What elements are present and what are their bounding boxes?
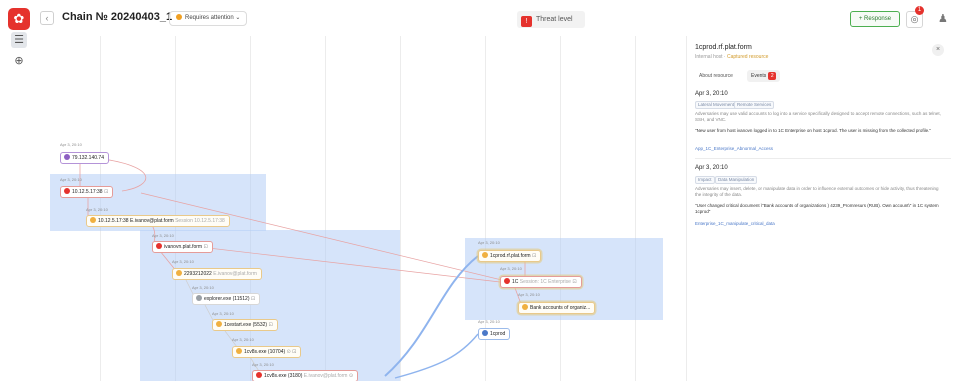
event-tag[interactable]: Lateral Movement	[695, 101, 738, 109]
event-quote: "New user from host ivanovn logged in to…	[695, 128, 931, 133]
back-button[interactable]: ‹	[40, 11, 54, 25]
node-timestamp: Apr 3, 20:10	[478, 240, 500, 245]
graph-node-process[interactable]: explorer.exe (11512) ⊡	[192, 293, 261, 305]
node-timestamp: Apr 3, 20:10	[500, 266, 522, 271]
notification-count-badge: 1	[915, 6, 924, 15]
event-description: Adversaries may insert, delete, or manip…	[695, 186, 939, 197]
event-tag[interactable]: Impact	[695, 176, 715, 184]
node-timestamp: Apr 3, 20:10	[478, 319, 500, 324]
threat-level-badge[interactable]: ! Threat level	[517, 11, 585, 28]
process-icon	[196, 295, 202, 301]
event-quote: "User changed critical document \"Bank a…	[695, 203, 939, 214]
node-timestamp: Apr 3, 20:10	[152, 233, 174, 238]
graph-node-process[interactable]: 1cv8s.exe (10704) ⊙ ⊡	[232, 346, 302, 358]
node-timestamp: Apr 3, 20:10	[60, 142, 82, 147]
events-count-badge: 2	[768, 72, 777, 80]
server-icon	[482, 252, 488, 258]
status-dot-icon	[176, 14, 182, 20]
event-tag[interactable]: Data Manipulation	[715, 176, 758, 184]
node-timestamp: Apr 3, 20:10	[60, 177, 82, 182]
graph-node-session[interactable]: 10.12.5.17:38 E.ivanov@plat.form Session…	[86, 215, 230, 227]
node-timestamp: Apr 3, 20:10	[86, 207, 108, 212]
tab-about-resource[interactable]: About resource	[699, 70, 733, 82]
host-icon	[64, 188, 70, 194]
event-description: Adversaries may use valid accounts to lo…	[695, 111, 941, 122]
threat-icon: !	[521, 16, 532, 27]
process-icon	[236, 348, 242, 354]
node-timestamp: Apr 3, 20:10	[172, 259, 194, 264]
event-tag[interactable]: Remote Services	[734, 101, 775, 109]
node-timestamp: Apr 3, 20:10	[212, 311, 234, 316]
document-icon	[522, 304, 528, 310]
graph-node-logon[interactable]: 2293212022 E.ivanov@plat.form	[172, 268, 262, 280]
event-date: Apr 3, 20:10	[695, 165, 728, 171]
edge	[394, 333, 479, 379]
details-panel: × 1cprod.rf.plat.form Internal host · Ca…	[686, 36, 963, 381]
graph-node-process[interactable]: 1cestart.exe (5532) ⊡	[212, 319, 278, 331]
process-icon	[256, 372, 262, 378]
graph-node-user[interactable]: 1cprod	[478, 328, 511, 340]
panel-title: 1cprod.rf.plat.form	[695, 44, 752, 51]
node-timestamp: Apr 3, 20:10	[252, 362, 274, 367]
threat-level-label: Threat level	[536, 16, 573, 23]
node-timestamp: Apr 3, 20:10	[192, 285, 214, 290]
session-icon	[90, 217, 96, 223]
event-date: Apr 3, 20:10	[695, 91, 728, 97]
node-timestamp: Apr 3, 20:10	[518, 292, 540, 297]
event-divider	[695, 158, 951, 159]
panel-subtitle: Internal host · Captured resource	[695, 54, 769, 60]
session-icon	[504, 278, 510, 284]
status-dropdown[interactable]: Requires attention ⌄	[169, 11, 248, 26]
globe-icon	[64, 154, 70, 160]
graph-node-1c-session[interactable]: 1C Session: 1C Enterprise ⊡	[500, 276, 582, 288]
graph-canvas[interactable]: Apr 3, 20:10 79.132.140.74 Apr 3, 20:10 …	[0, 36, 686, 381]
bell-icon: ◎	[910, 14, 919, 24]
graph-node-ip[interactable]: 79.132.140.74	[60, 152, 109, 164]
graph-node-target-host[interactable]: 1cprod.rf.plat.form ⊡	[478, 250, 542, 262]
event-rule-link[interactable]: Enterprise_1C_manipulate_critical_data	[695, 221, 775, 226]
tab-events[interactable]: Events 2	[747, 70, 781, 82]
graph-node-document[interactable]: Bank accounts of organiz...	[518, 302, 596, 314]
response-button[interactable]: + Response	[850, 11, 900, 27]
process-icon	[216, 321, 222, 327]
user-icon[interactable]: ♟	[938, 12, 948, 25]
node-timestamp: Apr 3, 20:10	[232, 337, 254, 342]
page-title: Chain № 20240403_1	[62, 11, 173, 23]
close-icon[interactable]: ×	[932, 44, 944, 56]
event-rule-link[interactable]: App_1C_Enterprise_Abnormal_Access	[695, 146, 773, 151]
top-bar: ✿ ‹ Chain № 20240403_1 Requires attentio…	[0, 0, 963, 36]
user-icon	[482, 330, 488, 336]
graph-node-host[interactable]: ivanovn.plat.form ⊡	[152, 241, 213, 253]
graph-node-process[interactable]: 1cv8s.exe (3180) E.ivanov@plat.form ⊙	[252, 370, 359, 381]
chevron-down-icon: ⌄	[235, 15, 241, 21]
logon-icon	[176, 270, 182, 276]
app-logo-icon[interactable]: ✿	[8, 8, 30, 30]
host-icon	[156, 243, 162, 249]
status-label: Requires attention	[185, 15, 234, 21]
graph-node-address[interactable]: 10.12.5.17:38 ⊡	[60, 186, 114, 198]
